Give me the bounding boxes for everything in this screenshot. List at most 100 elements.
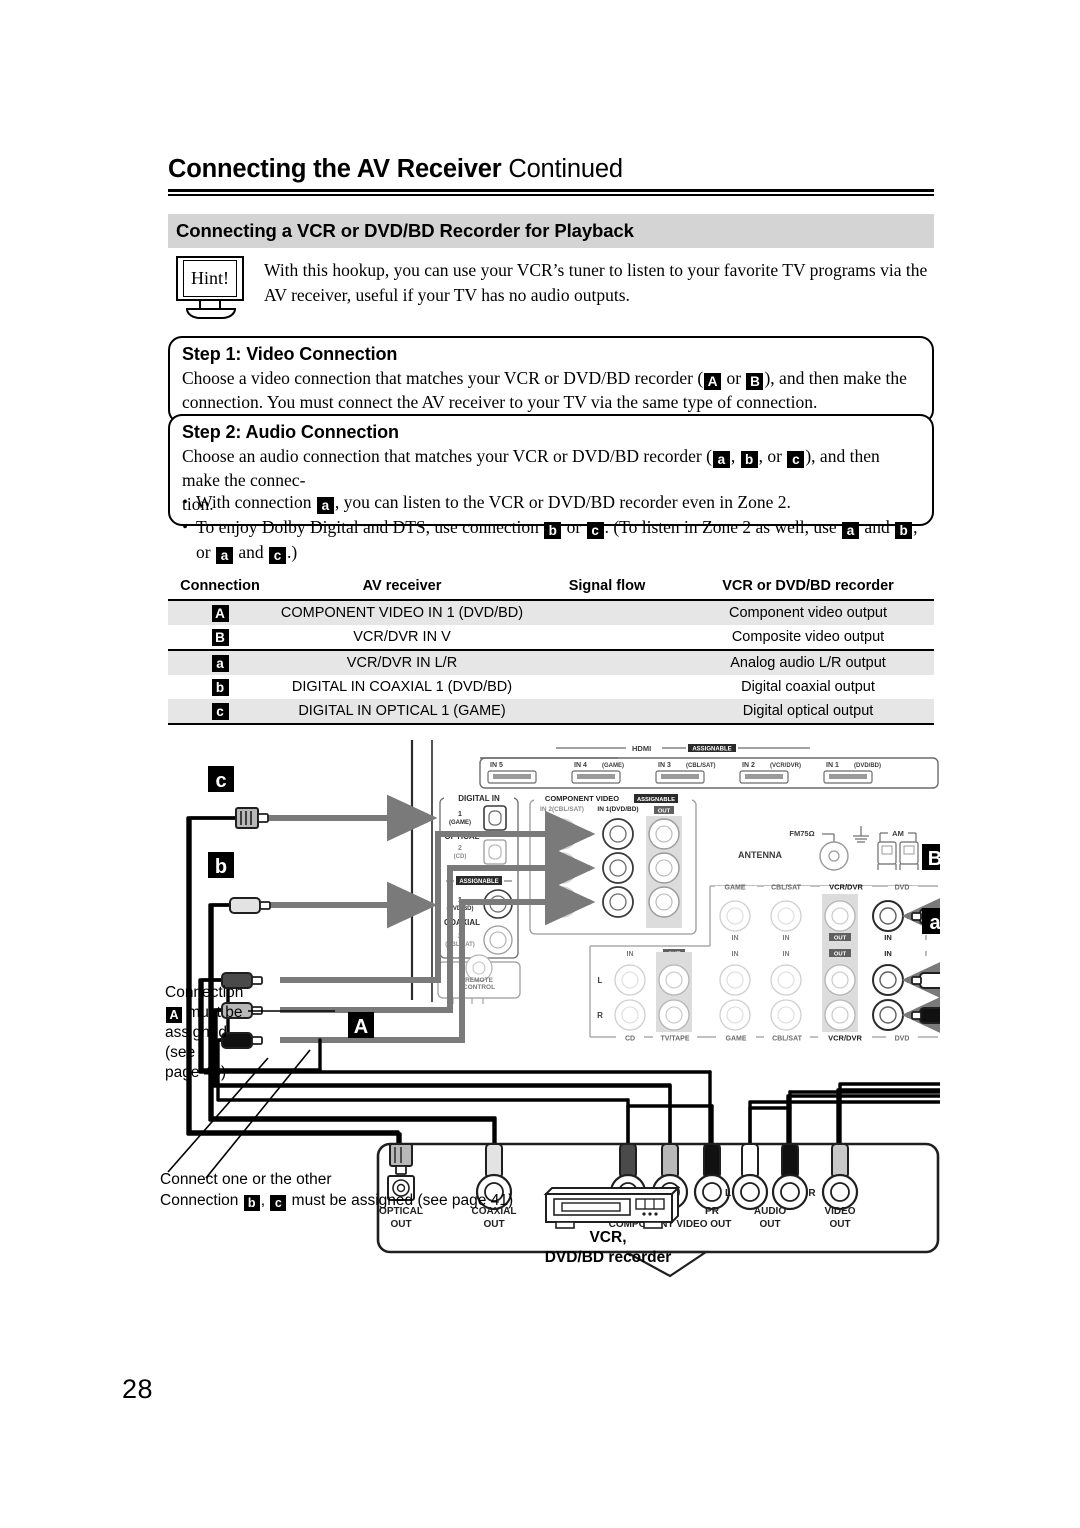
rca-plug-b bbox=[229, 897, 271, 914]
chip-b-table: b bbox=[211, 679, 229, 696]
svg-text:IN: IN bbox=[627, 951, 634, 958]
chip-a-step2: a bbox=[712, 451, 730, 468]
anno-bc-sep: , bbox=[260, 1192, 270, 1209]
chip-b2-bullet2: b bbox=[895, 522, 913, 539]
svg-text:I: I bbox=[925, 935, 927, 942]
svg-text:REMOTE: REMOTE bbox=[465, 977, 493, 984]
header-rule-thin bbox=[168, 194, 934, 196]
svg-text:a: a bbox=[929, 912, 940, 934]
optical-plug-c bbox=[235, 807, 269, 829]
step-1-title: Step 1: Video Connection bbox=[182, 344, 398, 364]
anno-line-5: page 40) bbox=[165, 1064, 227, 1081]
header-rule-thick bbox=[168, 189, 934, 192]
svg-text:ASSIGNABLE: ASSIGNABLE bbox=[459, 879, 498, 885]
svg-text:IN 1: IN 1 bbox=[826, 762, 839, 769]
chip-B-step1: B bbox=[746, 373, 764, 390]
step-1-text-b: or bbox=[722, 368, 746, 388]
cell-av-receiver: VCR/DVR IN L/R bbox=[272, 649, 532, 675]
svg-text:OUT: OUT bbox=[390, 1219, 411, 1230]
svg-text:L: L bbox=[725, 1188, 731, 1199]
svg-text:A: A bbox=[354, 1016, 368, 1038]
cell-vcr: Digital optical output bbox=[682, 699, 934, 724]
svg-text:1: 1 bbox=[458, 811, 462, 818]
bullet-item-1: • With connection a, you can listen to t… bbox=[174, 490, 936, 515]
svg-text:VCR/DVR: VCR/DVR bbox=[829, 883, 863, 892]
svg-text:(VCR/DVR): (VCR/DVR) bbox=[770, 763, 801, 769]
svg-text:VIDEO: VIDEO bbox=[824, 1206, 855, 1217]
svg-text:(CD): (CD) bbox=[454, 854, 467, 860]
th-connection: Connection bbox=[168, 576, 272, 601]
annotation-connect-one-or-other: Connect one or the other bbox=[160, 1171, 332, 1188]
section-title: Connecting a VCR or DVD/BD Recorder for … bbox=[176, 220, 634, 241]
chip-c2-bullet2: c bbox=[268, 547, 286, 564]
svg-text:(GAME): (GAME) bbox=[602, 763, 624, 769]
cell-vcr: Analog audio L/R output bbox=[682, 649, 934, 675]
rca-plug-audio-r bbox=[911, 1007, 940, 1024]
step-1-text-a: Choose a video connection that matches y… bbox=[182, 368, 704, 388]
bullet-2-pre: To enjoy Dolby Digital and DTS, use conn… bbox=[196, 517, 544, 537]
svg-text:ANTENNA: ANTENNA bbox=[738, 850, 782, 860]
running-head-text: Connecting the AV Receiver Continued bbox=[168, 155, 934, 184]
bullet-2-post: .) bbox=[286, 542, 298, 562]
hint-text: With this hookup, you can use your VCR’s… bbox=[264, 260, 928, 305]
svg-text:OUT: OUT bbox=[759, 1219, 780, 1230]
svg-text:FM75Ω: FM75Ω bbox=[789, 829, 814, 838]
svg-text:OUT: OUT bbox=[829, 1219, 850, 1230]
cell-av-receiver: VCR/DVR IN V bbox=[353, 629, 451, 645]
cell-connection: A bbox=[168, 600, 272, 625]
tv-base bbox=[186, 308, 236, 319]
cell-signal-flow bbox=[532, 699, 682, 724]
table-row: b DIGITAL IN COAXIAL 1 (DVD/BD) Digital … bbox=[168, 675, 934, 699]
svg-text:IN: IN bbox=[732, 951, 739, 958]
svg-text:AM: AM bbox=[892, 829, 904, 838]
bullet-dot: • bbox=[182, 494, 188, 511]
step-1-body: Choose a video connection that matches y… bbox=[182, 366, 920, 414]
svg-text:ASSIGNABLE: ASSIGNABLE bbox=[692, 747, 731, 753]
annotation-bc-assign: Connection b, c must be assigned (see pa… bbox=[160, 1191, 513, 1211]
th-vcr-recorder: VCR or DVD/BD recorder bbox=[682, 576, 934, 601]
svg-text:B: B bbox=[928, 848, 940, 870]
bullet-1-pre: With connection bbox=[196, 492, 316, 512]
svg-text:TV/TAPE: TV/TAPE bbox=[660, 1036, 689, 1043]
svg-text:AUDIO: AUDIO bbox=[754, 1206, 786, 1217]
svg-text:HDMI: HDMI bbox=[632, 744, 651, 753]
svg-text:COMPONENT VIDEO: COMPONENT VIDEO bbox=[545, 794, 619, 803]
table-footer-rule bbox=[168, 723, 934, 727]
svg-text:I: I bbox=[925, 951, 927, 958]
svg-text:IN 2: IN 2 bbox=[742, 762, 755, 769]
bullet-2-mid-2: . (To listen in Zone 2 as well, use bbox=[604, 517, 842, 537]
svg-text:R: R bbox=[597, 1011, 603, 1020]
svg-text:R: R bbox=[808, 1188, 816, 1199]
svg-text:(GAME): (GAME) bbox=[449, 820, 471, 826]
cell-vcr: Digital coaxial output bbox=[741, 679, 875, 695]
tv-screen-inner: Hint! bbox=[183, 260, 237, 297]
svg-text:b: b bbox=[215, 856, 227, 878]
hint-block: Hint! With this hookup, you can use your… bbox=[168, 256, 934, 320]
svg-text:2: 2 bbox=[458, 845, 462, 852]
table-row: B VCR/DVR IN V Composite video output bbox=[168, 625, 934, 650]
bullet-2-mid-5: and bbox=[233, 542, 268, 562]
anno-bc-pre: Connection bbox=[160, 1192, 243, 1209]
chip-c-table: c bbox=[211, 703, 229, 720]
cell-connection: B bbox=[168, 625, 272, 650]
cell-av-receiver: DIGITAL IN COAXIAL 1 (DVD/BD) bbox=[291, 679, 513, 695]
svg-text:PR: PR bbox=[705, 1206, 720, 1217]
page-number: 28 bbox=[122, 1374, 154, 1404]
table-header-row: Connection AV receiver Signal flow VCR o… bbox=[168, 576, 934, 601]
bullet-2-mid-1: or bbox=[562, 517, 586, 537]
chip-a2-bullet2: a bbox=[215, 547, 233, 564]
vcr-caption-line-1: VCR, bbox=[589, 1229, 627, 1246]
chip-c-step2: c bbox=[787, 451, 805, 468]
chip-b-annotation: b bbox=[243, 1195, 260, 1211]
running-head-bold: Connecting the AV Receiver bbox=[168, 155, 502, 183]
vcr-caption-line-2: DVD/BD recorder bbox=[544, 1249, 672, 1266]
bullet-list: • With connection a, you can listen to t… bbox=[174, 490, 936, 565]
step-2-text-a: Choose an audio connection that matches … bbox=[182, 446, 712, 466]
annotation-assign-a: Connection A must be assigned (see page … bbox=[165, 983, 285, 1083]
cell-signal-flow bbox=[532, 649, 682, 675]
table-bottom-rule bbox=[168, 723, 934, 727]
cell-signal-flow bbox=[532, 675, 682, 699]
cell-vcr: Composite video output bbox=[731, 629, 885, 645]
svg-text:(DVD/BD): (DVD/BD) bbox=[854, 763, 881, 769]
svg-text:IN 4: IN 4 bbox=[574, 762, 587, 769]
